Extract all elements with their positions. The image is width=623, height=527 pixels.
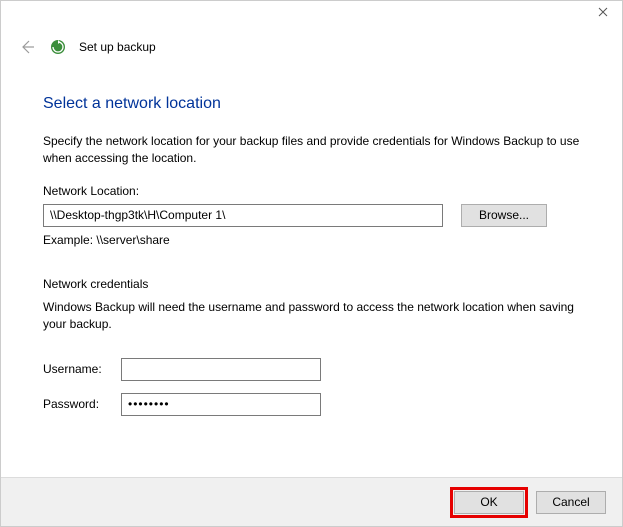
example-text: Example: \\server\share <box>43 233 580 247</box>
username-input[interactable] <box>121 358 321 381</box>
cancel-button[interactable]: Cancel <box>536 491 606 514</box>
titlebar <box>1 1 622 31</box>
page-heading: Select a network location <box>43 95 580 113</box>
ok-highlight: OK <box>450 487 528 518</box>
page-description: Specify the network location for your ba… <box>43 133 580 168</box>
password-row: Password: <box>43 393 580 416</box>
backup-wizard-icon <box>49 38 67 56</box>
username-row: Username: <box>43 358 580 381</box>
credentials-heading: Network credentials <box>43 277 580 291</box>
close-icon[interactable] <box>596 5 610 19</box>
browse-button[interactable]: Browse... <box>461 204 547 227</box>
wizard-title: Set up backup <box>79 40 156 54</box>
footer: OK Cancel <box>1 478 622 526</box>
network-location-input[interactable] <box>43 204 443 227</box>
username-label: Username: <box>43 362 121 376</box>
wizard-header: Set up backup <box>1 31 622 61</box>
ok-button[interactable]: OK <box>454 491 524 514</box>
credentials-description: Windows Backup will need the username an… <box>43 299 580 334</box>
network-location-row: Browse... <box>43 204 580 227</box>
content-area: Select a network location Specify the ne… <box>1 61 622 416</box>
back-arrow-icon[interactable] <box>17 37 37 57</box>
password-input[interactable] <box>121 393 321 416</box>
password-label: Password: <box>43 397 121 411</box>
network-location-label: Network Location: <box>43 184 580 198</box>
